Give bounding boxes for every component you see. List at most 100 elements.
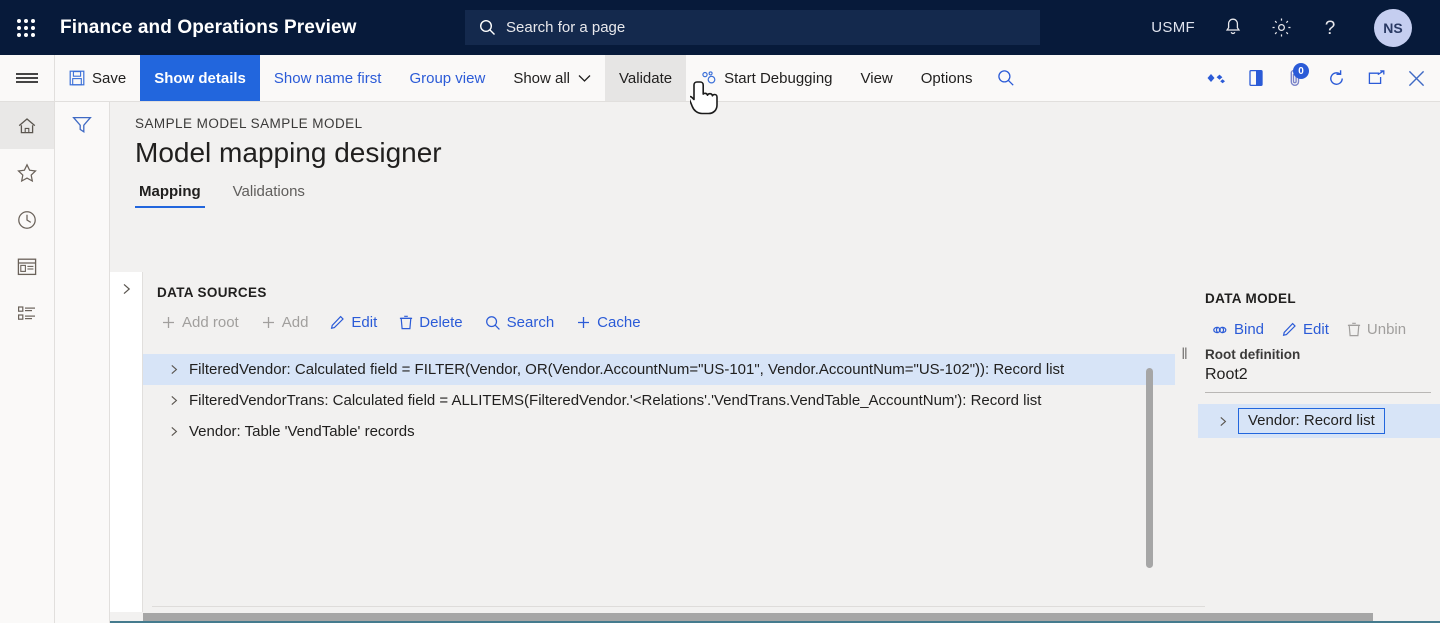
- sidebar-item-modules[interactable]: [0, 290, 54, 337]
- edit-label: Edit: [351, 314, 377, 331]
- attachment-icon[interactable]: 0: [1276, 55, 1316, 101]
- show-details-button[interactable]: Show details: [140, 55, 260, 101]
- filter-icon[interactable]: [71, 115, 93, 140]
- add-root-button[interactable]: Add root: [161, 314, 239, 331]
- pane-divider: [152, 606, 1205, 607]
- show-all-label: Show all: [513, 70, 570, 87]
- options-button[interactable]: Options: [907, 55, 987, 101]
- table-row[interactable]: FilteredVendor: Calculated field = FILTE…: [143, 354, 1175, 385]
- show-all-dropdown[interactable]: Show all: [499, 55, 605, 101]
- close-icon[interactable]: [1396, 55, 1436, 101]
- table-row-text: FilteredVendorTrans: Calculated field = …: [189, 392, 1041, 409]
- search-button[interactable]: Search: [485, 314, 555, 331]
- validate-button[interactable]: Validate: [605, 55, 686, 101]
- list-item[interactable]: Vendor: Record list: [1198, 404, 1440, 438]
- data-sources-box: DATA SOURCES Add root Add: [143, 272, 1175, 623]
- data-model-pane: DATA MODEL Bind Edit: [1193, 272, 1440, 623]
- root-definition-value[interactable]: Root2: [1205, 366, 1431, 393]
- avatar[interactable]: NS: [1354, 0, 1430, 55]
- company-label: USMF: [1151, 19, 1195, 36]
- tab-validations[interactable]: Validations: [229, 183, 309, 208]
- diamonds-icon[interactable]: [1196, 55, 1236, 101]
- search-label: Search: [507, 314, 555, 331]
- data-model-edit-label: Edit: [1303, 321, 1329, 338]
- filter-pane: [55, 102, 110, 623]
- app-launcher-icon[interactable]: [0, 19, 52, 37]
- show-name-first-button[interactable]: Show name first: [260, 55, 396, 101]
- top-nav-right-group: USMF ? NS: [1137, 0, 1430, 55]
- cache-label: Cache: [597, 314, 640, 331]
- chevron-right-icon[interactable]: [1216, 416, 1230, 427]
- plus-icon: [161, 315, 176, 330]
- start-debugging-button[interactable]: Start Debugging: [686, 55, 846, 101]
- chevron-right-icon[interactable]: [121, 282, 132, 299]
- show-name-first-label: Show name first: [274, 70, 382, 87]
- hamburger-icon[interactable]: [0, 55, 55, 101]
- group-view-label: Group view: [409, 70, 485, 87]
- table-row[interactable]: FilteredVendorTrans: Calculated field = …: [143, 385, 1175, 416]
- sidebar-item-recent[interactable]: [0, 196, 54, 243]
- navigation-pane: [0, 102, 55, 623]
- command-bar-buttons: Save Show details Show name first Group …: [55, 55, 1026, 101]
- view-label: View: [861, 70, 893, 87]
- data-sources-pane: DATA SOURCES Add root Add: [110, 272, 1175, 623]
- debug-icon: [700, 70, 717, 86]
- start-debugging-label: Start Debugging: [724, 70, 832, 87]
- contrast-icon[interactable]: [1236, 55, 1276, 101]
- pane-splitter[interactable]: ‖: [1175, 272, 1193, 623]
- table-row-text: Vendor: Table 'VendTable' records: [189, 423, 415, 440]
- gear-icon[interactable]: [1257, 0, 1306, 55]
- top-navigation-bar: Finance and Operations Preview Search fo…: [0, 0, 1440, 55]
- unbind-label: Unbin: [1367, 321, 1406, 338]
- link-icon: [1212, 323, 1228, 337]
- trash-icon: [1347, 322, 1361, 337]
- chevron-right-icon[interactable]: [167, 426, 181, 437]
- designer-panes: DATA SOURCES Add root Add: [110, 272, 1440, 623]
- chevron-right-icon[interactable]: [167, 364, 181, 375]
- sidebar-item-workspaces[interactable]: [0, 243, 54, 290]
- command-search-icon[interactable]: [986, 55, 1026, 101]
- question-mark-icon[interactable]: ?: [1306, 0, 1354, 55]
- options-label: Options: [921, 70, 973, 87]
- data-model-node-label[interactable]: Vendor: Record list: [1238, 408, 1385, 434]
- search-icon: [485, 315, 501, 331]
- popout-icon[interactable]: [1356, 55, 1396, 101]
- app-title: Finance and Operations Preview: [60, 17, 357, 39]
- data-sources-expander-column: [110, 272, 143, 623]
- sidebar-item-favorites[interactable]: [0, 149, 54, 196]
- save-button[interactable]: Save: [55, 55, 140, 101]
- sidebar-item-home[interactable]: [0, 102, 54, 149]
- chevron-right-icon[interactable]: [167, 395, 181, 406]
- view-button[interactable]: View: [847, 55, 907, 101]
- pencil-icon: [330, 315, 345, 330]
- data-sources-title: DATA SOURCES: [157, 285, 1175, 300]
- tab-mapping[interactable]: Mapping: [135, 183, 205, 208]
- pencil-icon: [1282, 322, 1297, 337]
- page-title: Model mapping designer: [135, 137, 1440, 169]
- unbind-button[interactable]: Unbin: [1347, 321, 1406, 338]
- delete-label: Delete: [419, 314, 462, 331]
- data-sources-tree: FilteredVendor: Calculated field = FILTE…: [143, 354, 1175, 623]
- data-sources-toolbar: Add root Add Edit: [161, 314, 1175, 331]
- bell-icon[interactable]: [1209, 0, 1257, 55]
- plus-icon: [261, 315, 276, 330]
- vertical-scrollbar[interactable]: [1146, 368, 1153, 568]
- refresh-icon[interactable]: [1316, 55, 1356, 101]
- tab-strip: Mapping Validations: [135, 183, 1440, 208]
- data-model-edit-button[interactable]: Edit: [1282, 321, 1329, 338]
- group-view-button[interactable]: Group view: [395, 55, 499, 101]
- command-bar: Save Show details Show name first Group …: [0, 55, 1440, 102]
- add-label: Add: [282, 314, 309, 331]
- attachment-count-badge: 0: [1293, 63, 1309, 79]
- delete-button[interactable]: Delete: [399, 314, 462, 331]
- global-search-box[interactable]: Search for a page: [465, 10, 1040, 45]
- page-body: SAMPLE MODEL SAMPLE MODEL Model mapping …: [0, 102, 1440, 623]
- add-button[interactable]: Add: [261, 314, 309, 331]
- bind-button[interactable]: Bind: [1212, 321, 1264, 338]
- edit-button[interactable]: Edit: [330, 314, 377, 331]
- plus-icon: [576, 315, 591, 330]
- cache-button[interactable]: Cache: [576, 314, 640, 331]
- show-details-label: Show details: [154, 70, 246, 87]
- table-row[interactable]: Vendor: Table 'VendTable' records: [143, 416, 1175, 447]
- company-selector[interactable]: USMF: [1137, 0, 1209, 55]
